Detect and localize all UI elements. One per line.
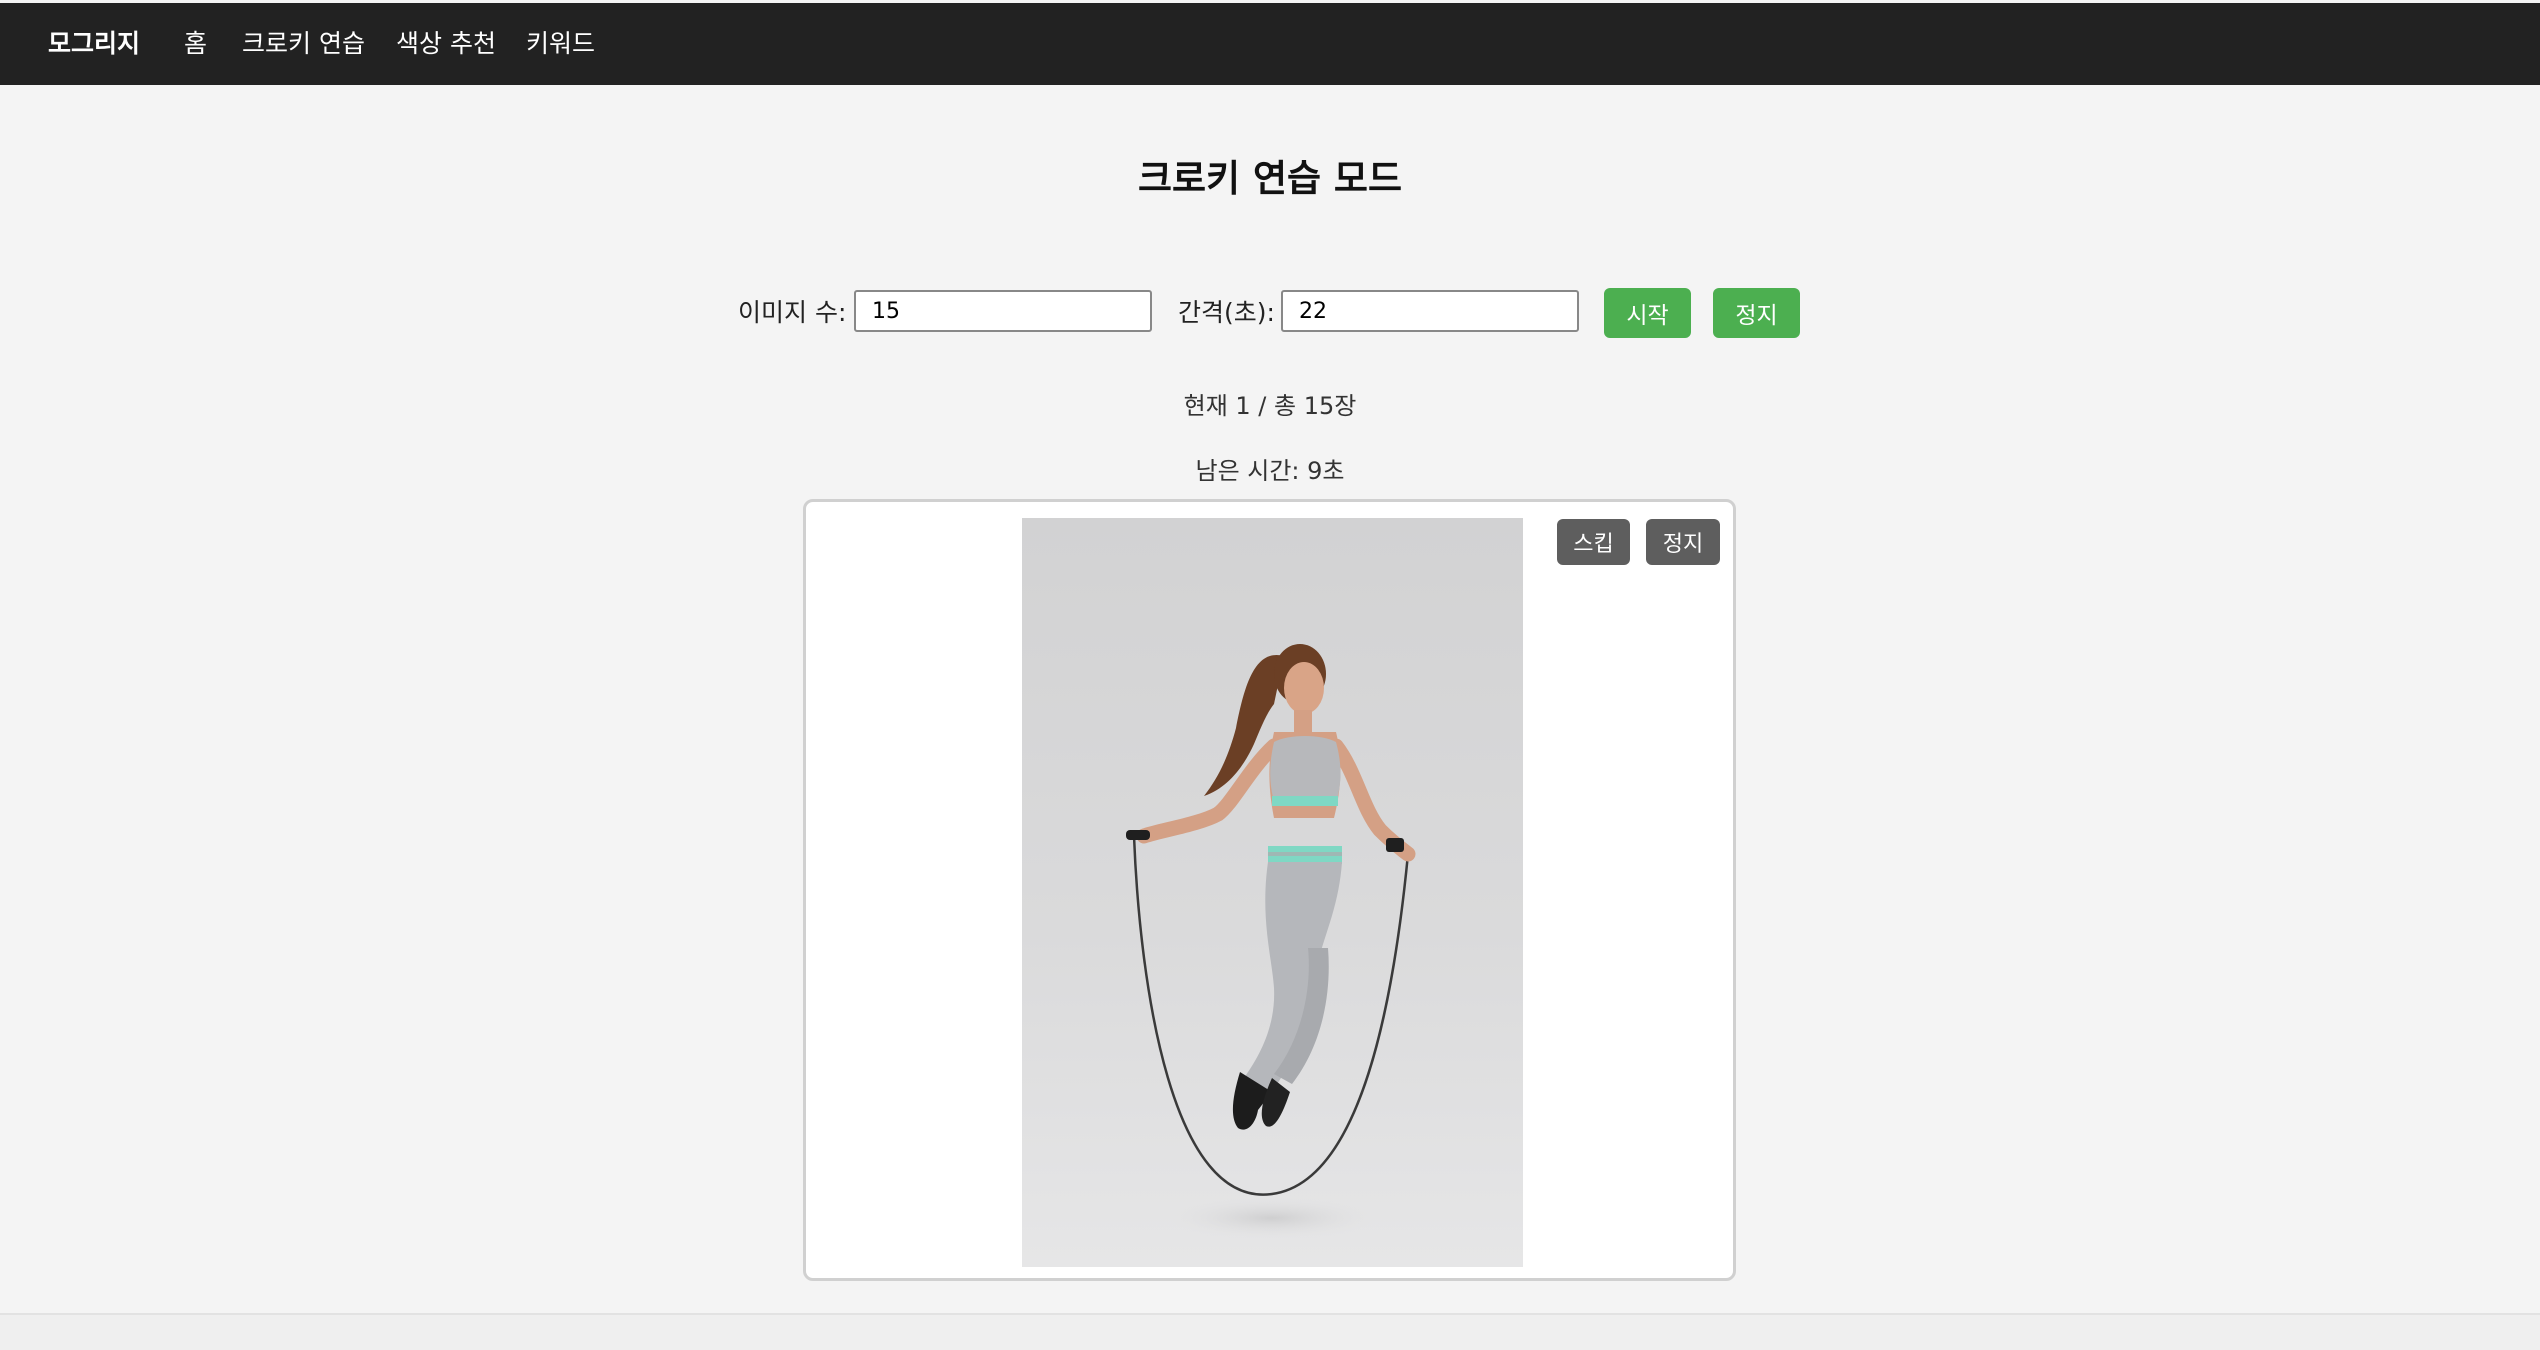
reference-photo xyxy=(1022,518,1523,1267)
stop-button[interactable]: 정지 xyxy=(1713,288,1800,338)
start-button[interactable]: 시작 xyxy=(1604,288,1691,338)
nav-item-color-recommend[interactable]: 색상 추천 xyxy=(396,3,496,85)
nav-item-croquis-practice[interactable]: 크로키 연습 xyxy=(242,3,365,85)
viewer-stop-button[interactable]: 정지 xyxy=(1646,519,1720,565)
image-count-input[interactable] xyxy=(854,290,1152,332)
jump-rope-figure-illustration xyxy=(1126,644,1416,1240)
croquis-image-viewer: 스킵 정지 xyxy=(803,499,1736,1281)
page-title: 크로키 연습 모드 xyxy=(1137,157,1403,200)
brand-logo-text[interactable]: 모그리지 xyxy=(48,3,140,85)
image-count-label: 이미지 수: xyxy=(738,298,847,327)
skip-button[interactable]: 스킵 xyxy=(1557,519,1630,565)
nav-item-keyword[interactable]: 키워드 xyxy=(526,3,595,85)
interval-seconds-input[interactable] xyxy=(1281,290,1579,332)
top-navigation-bar: 모그리지 홈 크로키 연습 색상 추천 키워드 xyxy=(0,3,2540,85)
remaining-time: 남은 시간: 9초 xyxy=(1195,457,1345,485)
interval-label: 간격(초): xyxy=(1178,298,1275,327)
nav-item-home[interactable]: 홈 xyxy=(184,3,207,85)
page-footer xyxy=(0,1315,2540,1350)
progress-status: 현재 1 / 총 15장 xyxy=(1183,392,1357,420)
